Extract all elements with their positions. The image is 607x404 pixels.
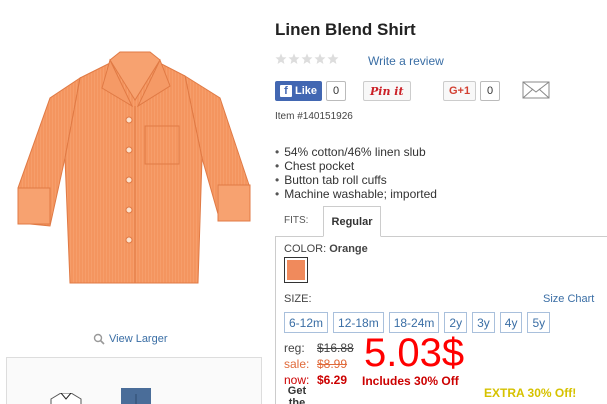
fits-label: FITS: [284, 215, 309, 226]
facebook-icon: f [280, 85, 292, 97]
price-block: reg: $16.88 sale: $8.99 now: $6.29 [284, 340, 354, 388]
size-option[interactable]: 18-24m [388, 312, 440, 333]
star-empty-icon [327, 53, 339, 64]
email-share-icon[interactable] [522, 80, 550, 100]
product-image[interactable] [10, 38, 260, 288]
tab-fit-regular[interactable]: Regular [323, 206, 381, 237]
magnifier-icon [93, 333, 105, 345]
star-empty-icon [288, 53, 300, 64]
regular-price-row: reg: $16.88 [284, 340, 354, 356]
size-option[interactable]: 3y [472, 312, 495, 333]
regular-price: $16.88 [317, 341, 354, 355]
includes-discount-note: Includes 30% Off [362, 374, 459, 388]
facebook-like-label: Like [295, 85, 318, 97]
look-thumbnail-shirt[interactable] [47, 393, 85, 404]
color-swatch-orange[interactable] [284, 257, 308, 283]
google-plus-count: 0 [480, 81, 501, 101]
size-option[interactable]: 6-12m [284, 312, 329, 333]
star-empty-icon [275, 53, 287, 64]
swatch-fill [287, 260, 305, 280]
write-review-link[interactable]: Write a review [368, 54, 444, 68]
feature-item: Chest pocket [275, 159, 437, 173]
size-option[interactable]: 2y [444, 312, 468, 333]
google-plus-widget: G+1 0 [443, 81, 501, 101]
size-option[interactable]: 5y [527, 312, 551, 333]
size-chart-link[interactable]: Size Chart [543, 293, 594, 305]
size-label: SIZE: [284, 293, 312, 305]
size-options: 6-12m 12-18m 18-24m 2y 3y 4y 5y [284, 312, 551, 333]
look-thumbnail-jeans[interactable] [117, 388, 155, 404]
facebook-like-button[interactable]: f Like [275, 81, 323, 101]
star-empty-icon [301, 53, 313, 64]
sale-price-row: sale: $8.99 [284, 356, 354, 372]
feature-item: Button tab roll cuffs [275, 173, 437, 187]
sale-price: $8.99 [317, 357, 348, 371]
view-larger-label: View Larger [109, 333, 168, 345]
get-the-look-panel: Get the Look! [6, 357, 306, 404]
google-plus-button[interactable]: G+1 [443, 81, 477, 101]
item-number: Item #140151926 [275, 111, 353, 122]
now-price-row: now: $6.29 [284, 372, 354, 388]
color-label: COLOR: Orange [284, 243, 368, 255]
star-empty-icon [314, 53, 326, 64]
facebook-like-widget: f Like 0 [275, 81, 347, 101]
feature-list: 54% cotton/46% linen slub Chest pocket B… [275, 145, 437, 201]
regular-price-label: reg: [284, 341, 305, 355]
rating-stars[interactable] [275, 53, 339, 65]
product-title: Linen Blend Shirt [275, 20, 416, 39]
pinterest-pin-button[interactable]: Pin it [363, 81, 411, 101]
sale-price-label: sale: [284, 357, 310, 371]
shirt-image [17, 51, 251, 284]
size-option[interactable]: 12-18m [333, 312, 384, 333]
color-label-text: COLOR: [284, 243, 327, 255]
like-count: 0 [326, 81, 347, 101]
view-larger-link[interactable]: View Larger [93, 333, 168, 345]
feature-item: Machine washable; imported [275, 187, 437, 201]
now-price: $6.29 [317, 373, 348, 387]
extra-off-badge: EXTRA 30% Off! [484, 386, 577, 400]
now-price-label: now: [284, 373, 310, 387]
final-price-overlay: 5.03$ [364, 331, 465, 375]
color-value: Orange [329, 243, 368, 255]
size-option[interactable]: 4y [499, 312, 523, 333]
feature-item: 54% cotton/46% linen slub [275, 145, 437, 159]
